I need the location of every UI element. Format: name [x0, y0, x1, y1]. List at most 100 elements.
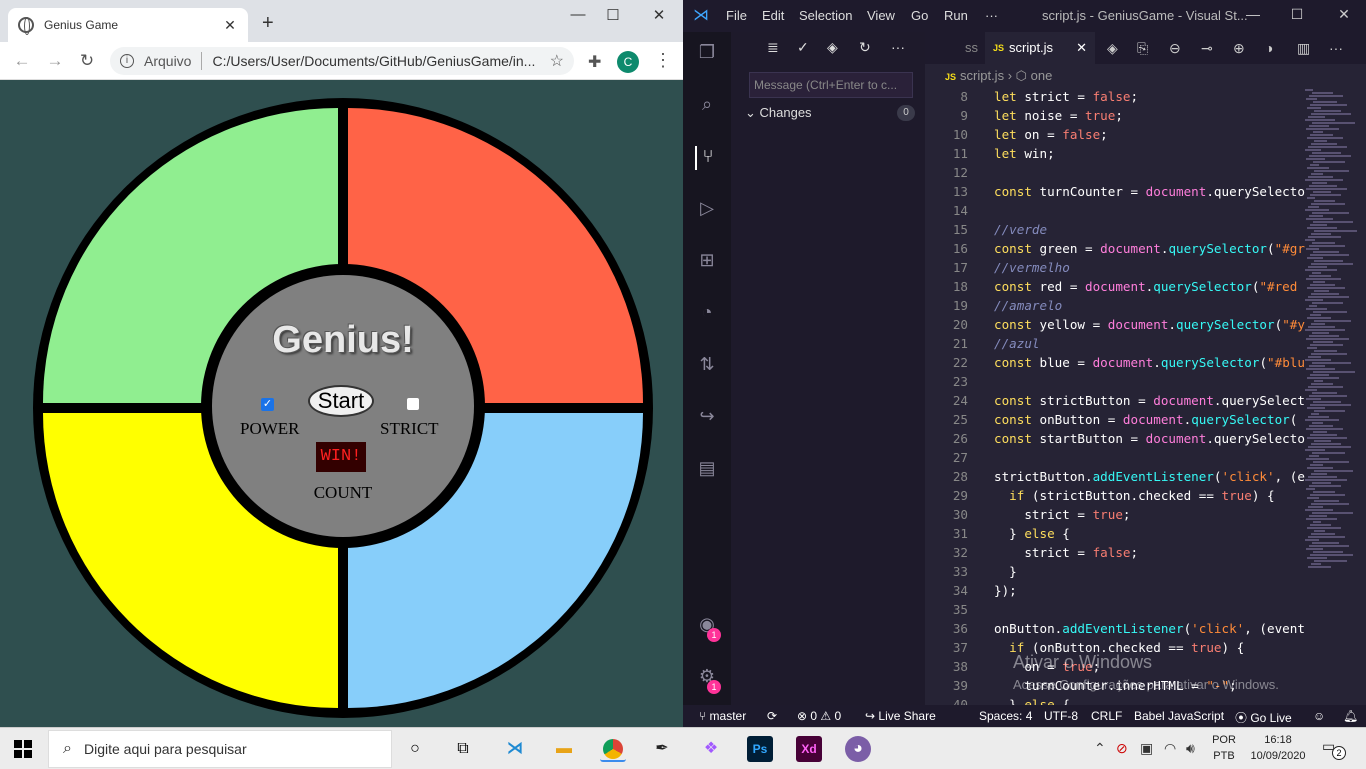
commit-check-icon[interactable]: ✓ [797, 39, 809, 56]
code-line[interactable]: //azul [994, 336, 1040, 351]
vscode-maximize-button[interactable]: ☐ [1282, 6, 1312, 23]
code-line[interactable]: const blue = document.querySelector("#bl… [994, 355, 1305, 370]
code-line[interactable]: const onButton = document.querySelector( [994, 412, 1297, 427]
code-line[interactable]: }); [994, 583, 1017, 598]
tab-previous[interactable]: ss [925, 32, 985, 64]
vscode-minimize-button[interactable]: — [1238, 6, 1268, 22]
menu-selection[interactable]: Selection [799, 8, 852, 23]
cortana-icon[interactable]: ○ [402, 736, 428, 762]
explorer-icon[interactable]: ❐ [695, 42, 719, 66]
reload-button[interactable]: ↻ [77, 51, 97, 71]
problems-status[interactable]: ⊗ 0 ⚠ 0 [797, 709, 841, 723]
source-control-icon[interactable]: ⑂ [695, 146, 719, 170]
omnibox[interactable]: i Arquivo C:/Users/User/Documents/GitHub… [110, 47, 574, 75]
figma-icon[interactable]: ❖ [698, 736, 724, 762]
adobe-xd-icon[interactable]: Xd [796, 736, 822, 762]
tray-monitor-icon[interactable]: ▣ [1140, 740, 1153, 757]
code-line[interactable]: let win; [994, 146, 1055, 161]
code-line[interactable]: const turnCounter = document.querySelect… [994, 184, 1305, 199]
feedback-icon[interactable]: ☺ [1313, 709, 1325, 723]
open-changes-icon[interactable]: ⎘ [1137, 40, 1148, 57]
code-line[interactable]: } else { [994, 697, 1070, 705]
maximize-button[interactable]: ☐ [595, 6, 631, 28]
menu-more[interactable]: ··· [985, 8, 998, 23]
go-live-status[interactable]: ⦿ Go Live [1235, 709, 1292, 726]
code-line[interactable]: const yellow = document.querySelector("#… [994, 317, 1305, 332]
encoding-status[interactable]: UTF-8 [1044, 709, 1078, 723]
code-line[interactable]: //vermelho [994, 260, 1070, 275]
close-tab-icon[interactable]: ✕ [1076, 32, 1087, 64]
sync-icon[interactable]: ⟳ [767, 709, 777, 723]
menu-edit[interactable]: Edit [762, 8, 784, 23]
more-actions-icon[interactable]: ··· [891, 39, 905, 55]
back-button[interactable]: ← [12, 51, 32, 71]
previous-change-icon[interactable]: ⊖ [1169, 40, 1181, 57]
code-line[interactable]: onButton.addEventListener('click', (even… [994, 621, 1305, 636]
editor-more-icon[interactable]: ··· [1329, 40, 1343, 56]
start-button[interactable]: Start [308, 385, 374, 417]
forward-button[interactable]: → [45, 51, 65, 71]
split-editor-icon[interactable]: ▥ [1297, 40, 1310, 57]
wifi-icon[interactable]: ◠ [1164, 740, 1176, 757]
code-editor[interactable]: 8 let strict = false; 9 let noise = true; 10… [925, 89, 1305, 705]
language-status[interactable]: Babel JavaScript [1134, 709, 1224, 723]
close-tab-icon[interactable]: ✕ [222, 17, 238, 34]
git-compare-icon[interactable]: ◈ [1107, 40, 1118, 57]
menu-run[interactable]: Run [944, 8, 968, 23]
extensions-puzzle-icon[interactable]: ✚ [588, 52, 601, 72]
code-line[interactable]: //verde [994, 222, 1047, 237]
search-icon[interactable]: ⌕ [695, 94, 719, 118]
tab-script-js[interactable]: JS script.js ✕ [985, 32, 1095, 64]
code-line[interactable]: const green = document.querySelector("#g… [994, 241, 1305, 256]
discord-like-icon[interactable]: ◕ [845, 736, 871, 762]
profile-avatar[interactable]: C [617, 51, 639, 73]
tray-app-icon[interactable]: ⊘ [1116, 740, 1128, 757]
tray-chevron-icon[interactable]: ⌃ [1094, 740, 1106, 757]
code-line[interactable]: if (strictButton.checked == true) { [994, 488, 1274, 503]
new-tab-button[interactable]: + [262, 12, 274, 35]
docker-icon[interactable]: ▤ [695, 458, 719, 482]
timeline-icon[interactable]: ◑ [1265, 40, 1273, 56]
address-url[interactable]: C:/Users/User/Documents/GitHub/GeniusGam… [212, 53, 549, 69]
task-view-icon[interactable]: ⧉ [450, 736, 476, 762]
code-line[interactable]: strictButton.addEventListener('click', (… [994, 469, 1305, 484]
taskbar-search[interactable]: ⌕ Digite aqui para pesquisar [48, 730, 392, 768]
code-line[interactable]: const startButton = document.querySelect… [994, 431, 1305, 446]
changes-section[interactable]: ⌄ Changes 0 [745, 105, 915, 121]
windows-start-icon[interactable] [14, 740, 32, 758]
next-change-icon[interactable]: ⊕ [1233, 40, 1245, 57]
language-indicator[interactable]: POR PTB [1208, 732, 1240, 764]
refresh-icon[interactable]: ↻ [859, 39, 871, 56]
code-line[interactable]: } [994, 564, 1017, 579]
code-line[interactable]: let on = false; [994, 127, 1108, 142]
code-line[interactable]: const strictButton = document.querySelec… [994, 393, 1305, 408]
vscode-taskbar-icon[interactable]: ⋊ [502, 736, 528, 762]
code-line[interactable]: strict = false; [994, 545, 1138, 560]
live-share-status[interactable]: ↪ Live Share [865, 709, 936, 723]
close-window-button[interactable]: ✕ [641, 6, 677, 28]
code-line[interactable]: //amarelo [994, 298, 1062, 313]
extensions-icon[interactable]: ⊞ [695, 250, 719, 274]
commit-message-input[interactable]: Message (Ctrl+Enter to c... [749, 72, 913, 98]
git-diamond-icon[interactable]: ◈ [827, 39, 838, 56]
inkscape-icon[interactable]: ✒ [649, 736, 675, 762]
menu-go[interactable]: Go [911, 8, 928, 23]
run-debug-icon[interactable]: ▷ [695, 198, 719, 222]
code-line[interactable]: strict = true; [994, 507, 1130, 522]
power-checkbox[interactable]: ✓ [261, 398, 274, 411]
code-line[interactable]: let noise = true; [994, 108, 1123, 123]
notifications-bell-icon[interactable]: 🔔︎ [1343, 709, 1358, 723]
breadcrumb-file[interactable]: script.js [960, 68, 1004, 83]
chrome-menu-icon[interactable]: ⋮ [654, 50, 672, 71]
menu-view[interactable]: View [867, 8, 895, 23]
commit-dot-icon[interactable]: ⊸ [1201, 40, 1213, 57]
pull-requests-icon[interactable]: ⇅ [695, 354, 719, 378]
photoshop-icon[interactable]: Ps [747, 736, 773, 762]
menu-file[interactable]: File [726, 8, 747, 23]
code-line[interactable]: const red = document.querySelector("#red [994, 279, 1297, 294]
indentation-status[interactable]: Spaces: 4 [979, 709, 1032, 723]
breadcrumb-symbol[interactable]: one [1031, 68, 1053, 83]
minimize-button[interactable]: — [560, 6, 596, 28]
strict-checkbox[interactable] [407, 398, 419, 410]
browser-tab[interactable]: Genius Game ✕ [8, 8, 248, 42]
